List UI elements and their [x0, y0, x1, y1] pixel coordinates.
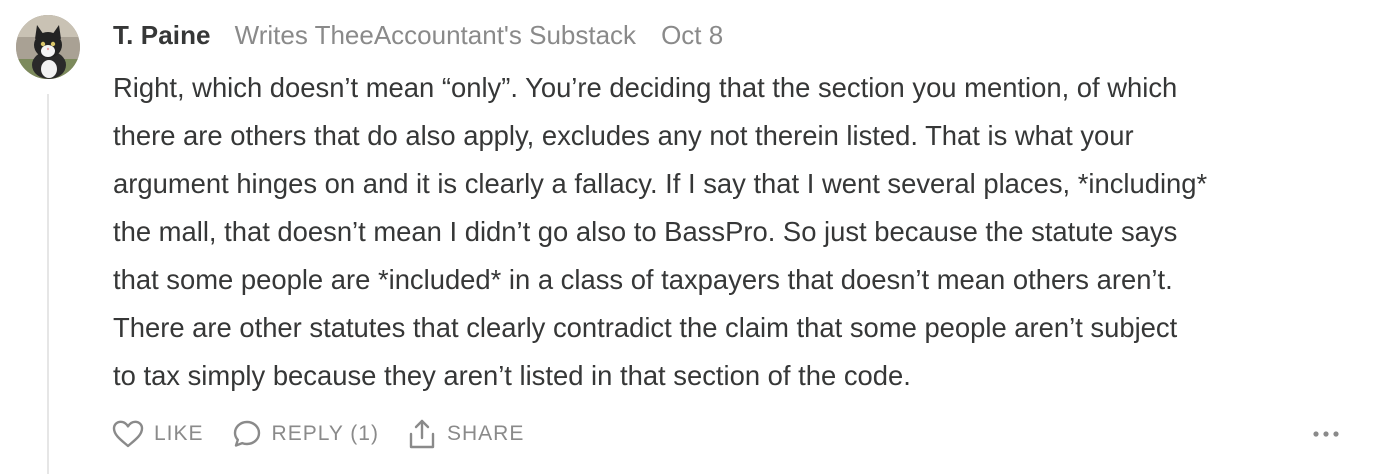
- like-button[interactable]: LIKE: [112, 420, 204, 448]
- reply-label: REPLY (1): [271, 422, 379, 445]
- author-name[interactable]: T. Paine: [113, 20, 211, 51]
- more-options-button[interactable]: [1310, 422, 1342, 446]
- cat-avatar-icon: [16, 15, 80, 79]
- like-label: LIKE: [154, 422, 204, 445]
- comment-body-line: Right, which doesn’t mean “only”. You’re…: [113, 72, 1178, 103]
- reply-button[interactable]: REPLY (1): [232, 419, 379, 449]
- share-button[interactable]: SHARE: [407, 418, 524, 450]
- comment: T. Paine Writes TheeAccountant's Substac…: [0, 0, 1392, 474]
- comment-body-line: There are other statutes that clearly co…: [113, 312, 1178, 343]
- comment-body-line: that some people are *included* in a cla…: [113, 264, 1173, 295]
- speech-bubble-icon: [233, 420, 260, 447]
- comment-date[interactable]: Oct 8: [661, 20, 723, 51]
- share-label: SHARE: [446, 422, 525, 445]
- comment-body-line: the mall, that doesn’t mean I didn’t go …: [113, 216, 1178, 247]
- comment-actions: LIKE REPLY (1) SHARE: [112, 414, 524, 454]
- ellipsis-icon: [1313, 431, 1339, 437]
- comment-header: T. Paine Writes TheeAccountant's Substac…: [113, 18, 723, 52]
- comment-body-line: to tax simply because they aren’t listed…: [113, 360, 911, 391]
- comment-body-line: argument hinges on and it is clearly a f…: [113, 168, 1208, 199]
- author-byline[interactable]: Writes TheeAccountant's Substack: [235, 20, 636, 51]
- heart-icon: [112, 420, 144, 448]
- avatar[interactable]: [16, 15, 80, 79]
- comment-body: Right, which doesn’t mean “only”. You’re…: [113, 64, 1363, 400]
- comment-body-line: there are others that do also apply, exc…: [113, 120, 1134, 151]
- thread-line: [47, 94, 49, 474]
- share-upload-icon: [409, 419, 435, 449]
